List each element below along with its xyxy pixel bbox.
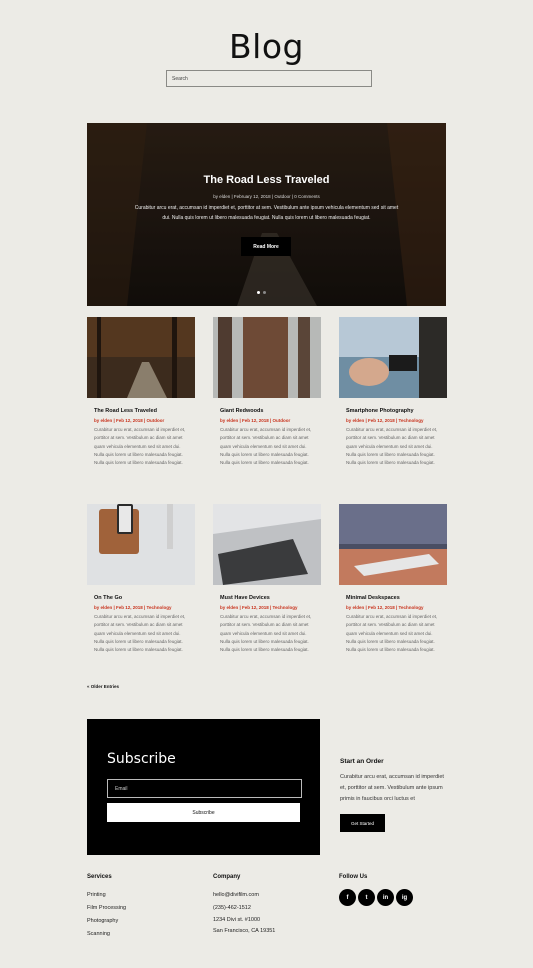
- slider-dot-1[interactable]: [257, 291, 260, 294]
- footer-link[interactable]: Printing: [87, 889, 126, 902]
- post-title[interactable]: Giant Redwoods: [213, 408, 321, 414]
- email-field[interactable]: [107, 779, 302, 798]
- subscribe-button[interactable]: Subscribe: [107, 803, 300, 822]
- post-excerpt: Curabitur arcu erat, accumsan id imperdi…: [346, 427, 438, 466]
- subscribe-panel: Subscribe Subscribe: [87, 719, 320, 855]
- footer-address-line: San Francisco, CA 19351: [213, 928, 276, 934]
- post-card: Smartphone Photography by elden | Feb 12…: [339, 317, 447, 467]
- footer-company: Company hello@divifilm.com (235)-462-151…: [213, 874, 275, 938]
- post-meta: by elden | Feb 12, 2018 | Technology: [220, 605, 298, 610]
- order-title: Start an Order: [340, 758, 384, 765]
- order-text: Curabitur arcu erat, accumsan id imperdi…: [340, 774, 444, 802]
- footer-link[interactable]: Photography: [87, 915, 126, 928]
- post-card: Must Have Devices by elden | Feb 12, 201…: [213, 504, 321, 654]
- footer-phone: (235)-462-1512: [213, 905, 251, 911]
- social-icons: f t in ig: [339, 889, 413, 906]
- footer-address-line: 1234 Divi st. #1000: [213, 917, 261, 923]
- order-section: Start an Order Curabitur arcu erat, accu…: [340, 758, 450, 832]
- facebook-icon[interactable]: f: [339, 889, 356, 906]
- older-entries-link[interactable]: « Older Entries: [87, 684, 119, 689]
- featured-slider: The Road Less Traveled by elden | Februa…: [87, 123, 446, 306]
- post-meta: by elden | Feb 12, 2018 | Technology: [346, 605, 424, 610]
- post-image-redwoods[interactable]: [213, 317, 321, 398]
- search-input[interactable]: [166, 70, 372, 87]
- get-started-button[interactable]: Get Started: [340, 814, 385, 832]
- post-excerpt: Curabitur arcu erat, accumsan id imperdi…: [94, 614, 186, 653]
- hero-excerpt: Curabitur arcu erat, accumsan id imperdi…: [134, 205, 399, 221]
- post-card: On The Go by elden | Feb 12, 2018 | Tech…: [87, 504, 195, 654]
- slider-dot-2[interactable]: [263, 291, 266, 294]
- post-image-phone-desk[interactable]: [87, 504, 195, 585]
- post-card: Giant Redwoods by elden | Feb 12, 2018 |…: [213, 317, 321, 467]
- post-image-forest-road[interactable]: [87, 317, 195, 398]
- page-title: Blog: [229, 27, 304, 66]
- post-title[interactable]: Must Have Devices: [213, 595, 321, 601]
- slider-dots: [257, 291, 266, 294]
- instagram-icon[interactable]: ig: [396, 889, 413, 906]
- footer-services: Services Printing Film Processing Photog…: [87, 874, 126, 941]
- hero-meta: by elden | February 12, 2018 | Outdoor |…: [213, 194, 320, 199]
- post-card: The Road Less Traveled by elden | Feb 12…: [87, 317, 195, 467]
- post-excerpt: Curabitur arcu erat, accumsan id imperdi…: [346, 614, 438, 653]
- post-card: Minimal Deskspaces by elden | Feb 12, 20…: [339, 504, 447, 654]
- hero-title[interactable]: The Road Less Traveled: [87, 174, 446, 186]
- post-excerpt: Curabitur arcu erat, accumsan id imperdi…: [220, 614, 312, 653]
- footer-link[interactable]: Scanning: [87, 928, 126, 941]
- linkedin-icon[interactable]: in: [377, 889, 394, 906]
- post-title[interactable]: On The Go: [87, 595, 195, 601]
- post-excerpt: Curabitur arcu erat, accumsan id imperdi…: [94, 427, 186, 466]
- post-title[interactable]: Minimal Deskspaces: [339, 595, 447, 601]
- post-title[interactable]: The Road Less Traveled: [87, 408, 195, 414]
- post-image-laptop[interactable]: [213, 504, 321, 585]
- footer-follow: Follow Us f t in ig: [339, 874, 413, 906]
- footer-heading: Company: [213, 874, 241, 880]
- post-excerpt: Curabitur arcu erat, accumsan id imperdi…: [220, 427, 312, 466]
- twitter-icon[interactable]: t: [358, 889, 375, 906]
- post-meta: by elden | Feb 12, 2018 | Technology: [94, 605, 172, 610]
- footer-heading: Follow Us: [339, 874, 368, 880]
- post-meta: by elden | Feb 12, 2018 | Technology: [346, 418, 424, 423]
- footer-email[interactable]: hello@divifilm.com: [213, 889, 275, 902]
- post-meta: by elden | Feb 12, 2018 | Outdoor: [220, 418, 291, 423]
- post-image-keyboard[interactable]: [339, 504, 447, 585]
- post-image-phone-photography[interactable]: [339, 317, 447, 398]
- post-meta: by elden | Feb 12, 2018 | Outdoor: [94, 418, 165, 423]
- footer-link[interactable]: Film Processing: [87, 902, 126, 915]
- subscribe-title: Subscribe: [107, 751, 176, 767]
- post-title[interactable]: Smartphone Photography: [339, 408, 447, 414]
- read-more-button[interactable]: Read More: [241, 237, 291, 256]
- footer-heading: Services: [87, 874, 112, 880]
